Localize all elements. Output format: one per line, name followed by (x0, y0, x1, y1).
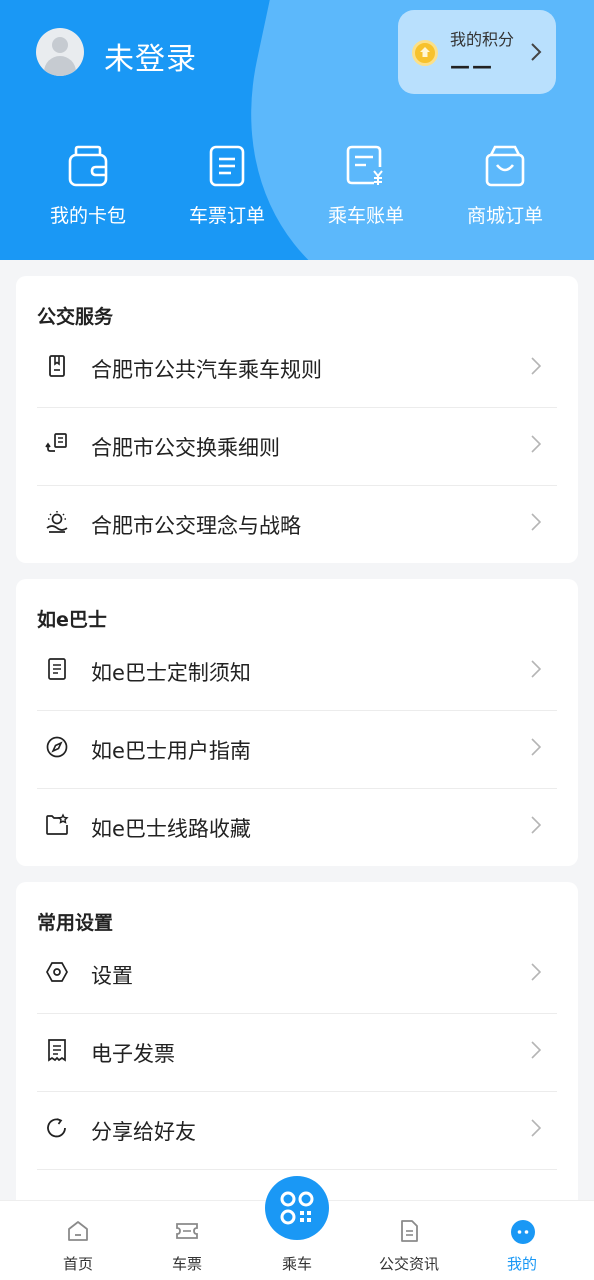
news-icon (401, 1220, 418, 1242)
idea-icon (46, 511, 68, 533)
quick-link-shop-orders[interactable]: 商城订单 (440, 145, 570, 228)
my-points-card[interactable]: 我的积分 —— (398, 10, 556, 94)
share-icon (47, 1118, 66, 1138)
home-icon (68, 1221, 88, 1241)
chevron-right-icon (531, 738, 541, 756)
transfer-icon (45, 433, 67, 452)
tab-label: 公交资讯 (378, 1255, 439, 1273)
list-item-share[interactable]: 分享给好友 (37, 1092, 557, 1170)
list-item-transfer-rules[interactable]: 合肥市公交换乘细则 (37, 408, 557, 486)
list-item-ebus-guide[interactable]: 如e巴士用户指南 (37, 711, 557, 789)
quick-link-ticket-orders[interactable]: 车票订单 (162, 145, 292, 228)
list-item-philosophy[interactable]: 合肥市公交理念与战略 (37, 486, 557, 564)
bus-service-section: 公交服务 合肥市公共汽车乘车规则 合肥市公交换乘细则 合肥市公交理念与战略 (16, 276, 578, 563)
list-item-settings[interactable]: 设置 (37, 936, 557, 1014)
login-status[interactable]: 未登录 (104, 34, 197, 78)
ride-qr-button[interactable] (265, 1176, 329, 1240)
common-settings-section: 常用设置 设置 电子发票 分享给好友 (16, 882, 578, 1212)
quick-link-wallet[interactable]: 我的卡包 (23, 145, 153, 228)
settings-icon (46, 962, 68, 982)
list-item-label: 合肥市公共汽车乘车规则 (91, 358, 322, 382)
rulebook-icon (49, 355, 65, 377)
points-value: —— (450, 54, 494, 78)
avatar[interactable] (36, 28, 84, 76)
points-label: 我的积分 (450, 30, 515, 49)
section-title: 常用设置 (37, 912, 114, 934)
chevron-right-icon (531, 1041, 541, 1059)
list-item-ride-rules[interactable]: 合肥市公共汽车乘车规则 (37, 330, 557, 408)
tab-label: 我的 (506, 1255, 537, 1273)
chevron-right-icon (531, 513, 541, 531)
list-item-ebus-notice[interactable]: 如e巴士定制须知 (37, 633, 557, 711)
list-item-label: 合肥市公交理念与战略 (91, 514, 301, 538)
list-item-label: 分享给好友 (91, 1120, 196, 1144)
compass-icon (46, 736, 68, 758)
chevron-right-icon (531, 1119, 541, 1137)
chevron-right-icon (531, 435, 541, 453)
wallet-icon (68, 145, 108, 187)
profile-icon (511, 1220, 535, 1244)
list-item-ebus-favorites[interactable]: 如e巴士线路收藏 (37, 789, 557, 867)
bill-icon (346, 145, 383, 185)
qr-code-icon (280, 1191, 314, 1225)
section-title: 如e巴士 (37, 609, 107, 631)
ebus-section: 如e巴士 如e巴士定制须知 如e巴士用户指南 如e巴士线路收藏 (16, 579, 578, 866)
list-item-label: 电子发票 (91, 1042, 175, 1066)
notice-icon (48, 658, 66, 680)
shopping-bag-icon (485, 145, 525, 187)
chevron-right-icon (531, 357, 541, 375)
quick-link-label: 我的卡包 (49, 205, 126, 227)
list-item-label: 如e巴士定制须知 (91, 661, 251, 685)
tab-label: 首页 (62, 1255, 93, 1273)
section-title: 公交服务 (37, 306, 114, 328)
invoice-icon (48, 1039, 66, 1062)
ticket-icon (176, 1223, 198, 1239)
tab-tickets[interactable]: 车票 (137, 1201, 237, 1280)
tab-label: 乘车 (281, 1255, 312, 1273)
quick-link-label: 乘车账单 (327, 205, 404, 227)
list-item-label: 合肥市公交换乘细则 (91, 436, 280, 460)
chevron-right-icon (531, 43, 542, 61)
points-coin-icon (412, 40, 438, 66)
tab-bus-news[interactable]: 公交资讯 (359, 1201, 459, 1280)
quick-link-label: 商城订单 (466, 205, 543, 227)
tab-home[interactable]: 首页 (28, 1201, 128, 1280)
tab-mine[interactable]: 我的 (472, 1201, 572, 1280)
tab-label: 车票 (171, 1255, 202, 1273)
list-item-label: 如e巴士线路收藏 (91, 817, 251, 841)
list-item-label: 如e巴士用户指南 (91, 739, 251, 763)
list-item-label: 设置 (91, 964, 133, 988)
list-item-e-invoice[interactable]: 电子发票 (37, 1014, 557, 1092)
ticket-order-icon (209, 145, 245, 187)
favorite-folder-icon (46, 813, 69, 835)
chevron-right-icon (531, 660, 541, 678)
quick-link-label: 车票订单 (188, 205, 265, 227)
chevron-right-icon (531, 816, 541, 834)
quick-link-bills[interactable]: 乘车账单 (301, 145, 431, 228)
chevron-right-icon (531, 963, 541, 981)
